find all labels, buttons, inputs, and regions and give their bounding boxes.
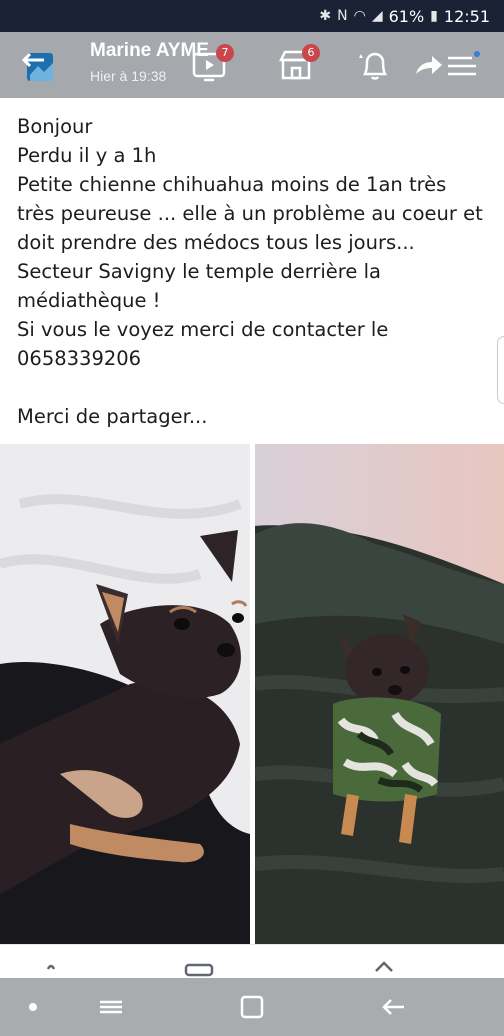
photo-chihuahua-blanket[interactable] <box>0 444 250 944</box>
dog-photo-image <box>255 444 504 944</box>
post-line: doit prendre des médocs tous les jours..… <box>17 231 415 254</box>
post-line <box>17 373 492 402</box>
share-arrow-icon <box>416 56 442 74</box>
back-button[interactable] <box>18 50 58 84</box>
post-line: Si vous le voyez merci de contacter le <box>17 318 389 341</box>
back-arrow-icon <box>382 999 404 1015</box>
post-line: Perdu il y a 1h <box>17 144 157 167</box>
battery-percent: 61% <box>388 6 425 26</box>
post-text: Bonjour Perdu il y a 1h Petite chienne c… <box>17 112 492 431</box>
hamburger-menu-icon <box>448 51 480 76</box>
action-icons-strip <box>46 961 393 977</box>
post-timestamp: Hier à 19:38 <box>90 68 167 84</box>
dot-icon <box>29 1003 37 1011</box>
post-line: très peureuse ... elle à un problème au … <box>17 202 483 225</box>
post-actions-bar <box>0 944 504 979</box>
nfc-icon: N <box>337 8 348 24</box>
post-line: Secteur Savigny le temple derrière la <box>17 260 381 283</box>
scroll-handle[interactable] <box>497 336 504 404</box>
photo-chihuahua-camouflage[interactable] <box>255 444 504 944</box>
bluetooth-icon: ✱ <box>319 8 332 24</box>
system-nav-bar <box>0 978 504 1036</box>
clock: 12:51 <box>443 6 490 26</box>
marketplace-badge: 6 <box>302 44 320 62</box>
post-line: 0658339206 <box>17 347 142 370</box>
home-square-icon <box>240 995 264 1019</box>
post-line: Petite chienne chihuahua moins de 1an tr… <box>17 173 447 196</box>
recents-icon <box>100 1000 122 1014</box>
marketplace-tab[interactable]: 6 <box>276 44 320 86</box>
video-badge: 7 <box>216 44 234 62</box>
notifications-tab[interactable] <box>355 46 395 86</box>
post-line: Merci de partager... <box>17 405 208 428</box>
dog-photo-image <box>0 444 250 944</box>
signal-icon: ◢ <box>371 8 383 24</box>
watch-tab[interactable]: 7 <box>190 44 234 86</box>
post-line: Bonjour <box>17 115 93 138</box>
wifi-icon: ◠ <box>353 8 366 24</box>
recent-apps-button[interactable] <box>96 992 126 1022</box>
back-nav-button[interactable] <box>378 992 408 1022</box>
status-bar: ✱ N ◠ ◢ 61% ▮ 12:51 <box>0 0 504 32</box>
bell-icon <box>359 52 388 80</box>
home-button[interactable] <box>237 992 267 1022</box>
back-arrow-icon <box>21 52 53 81</box>
top-bar: Marine AYME Hier à 19:38 7 6 <box>0 32 504 98</box>
battery-icon: ▮ <box>430 8 438 24</box>
menu-button[interactable] <box>444 46 484 86</box>
post-line: médiathèque ! <box>17 289 161 312</box>
share-button[interactable] <box>408 46 448 86</box>
assistant-dot-button[interactable] <box>18 992 48 1022</box>
